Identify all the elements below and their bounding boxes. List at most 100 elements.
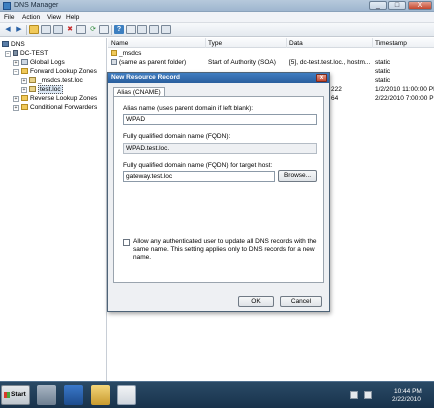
- zone-icon: [29, 86, 36, 92]
- system-tray: 10:44 PM 2/22/2010: [342, 386, 432, 404]
- row-timestamp: 1/2/2010 11:00:00 PM: [375, 86, 434, 93]
- menu-view[interactable]: View: [47, 14, 61, 21]
- tree-node-forward-lookup-zones[interactable]: − Forward Lookup Zones: [13, 68, 97, 76]
- cancel-button[interactable]: Cancel: [280, 296, 322, 307]
- window-title: DNS Manager: [14, 2, 59, 9]
- fqdn-label: Fully qualified domain name (FQDN):: [123, 133, 231, 140]
- expand-icon[interactable]: +: [13, 105, 19, 111]
- folder-icon: [21, 68, 28, 74]
- tree-node-conditional-forwarders[interactable]: + Conditional Forwarders: [13, 104, 97, 112]
- tree-node-label: Conditional Forwarders: [30, 104, 98, 111]
- windows-flag-icon: [4, 392, 10, 398]
- up-folder-icon[interactable]: [29, 25, 39, 34]
- show-hide-tree-icon[interactable]: [41, 25, 51, 34]
- export-list-icon[interactable]: [99, 25, 109, 34]
- menu-action[interactable]: Action: [22, 14, 40, 21]
- toolbar: ◀ ▶ ✖ ⟳ ?: [0, 23, 434, 37]
- target-host-input[interactable]: gateway.test.loc: [123, 171, 275, 182]
- toolbar-separator: [26, 25, 27, 35]
- maximize-button[interactable]: □: [388, 1, 406, 10]
- row-type: Start of Authority (SOA): [208, 59, 276, 66]
- new-record-icon[interactable]: [137, 25, 147, 34]
- menu-bar: File Action View Help: [0, 12, 434, 23]
- tree-node-test-loc-zone[interactable]: + test.loc: [21, 85, 63, 94]
- clock-date[interactable]: 2/22/2010: [392, 396, 421, 403]
- row-timestamp: 2/22/2010 7:00:00 PM: [375, 95, 434, 102]
- explorer-icon[interactable]: [91, 385, 110, 405]
- dialog-close-button[interactable]: x: [316, 74, 327, 82]
- collapse-icon[interactable]: −: [13, 69, 19, 75]
- tree-node-label: Reverse Lookup Zones: [30, 95, 98, 102]
- column-header-data[interactable]: Data: [289, 40, 303, 47]
- expand-icon[interactable]: +: [13, 96, 19, 102]
- allow-authenticated-update-label: Allow any authenticated user to update a…: [133, 238, 317, 261]
- tree-node-label: Forward Lookup Zones: [30, 68, 97, 75]
- action-icon[interactable]: [126, 25, 136, 34]
- toolbar-separator: [111, 25, 112, 35]
- delete-icon[interactable]: ✖: [65, 25, 75, 34]
- maximize-icon: □: [394, 2, 400, 9]
- console-tree: DNS − DC-TEST + Global Logs − Forward Looku…: [0, 38, 107, 381]
- list-item[interactable]: (same as parent folder): [111, 58, 186, 67]
- help-icon[interactable]: ?: [114, 25, 124, 34]
- dns-manager-taskbar-icon[interactable]: [117, 385, 136, 405]
- folder-icon: [21, 95, 28, 101]
- column-header-type[interactable]: Type: [208, 40, 222, 47]
- expand-icon[interactable]: +: [21, 78, 27, 84]
- row-timestamp: static: [375, 68, 391, 75]
- tree-node-label: test.loc: [38, 85, 63, 94]
- server-manager-icon[interactable]: [37, 385, 56, 405]
- new-resource-record-dialog: New Resource Record x Alias (CNAME) Alia…: [107, 72, 330, 312]
- network-icon[interactable]: [350, 391, 358, 399]
- ok-button[interactable]: OK: [238, 296, 274, 307]
- column-separator: [372, 38, 373, 48]
- row-data: 222: [331, 86, 342, 93]
- refresh-icon[interactable]: ⟳: [88, 25, 98, 34]
- powershell-icon[interactable]: [64, 385, 83, 405]
- tree-node-dc-test[interactable]: − DC-TEST: [5, 50, 48, 58]
- clock-time[interactable]: 10:44 PM: [394, 388, 422, 395]
- tree-node-label: DNS: [11, 41, 25, 48]
- column-header-timestamp[interactable]: Timestamp: [375, 40, 407, 47]
- start-button[interactable]: Start: [1, 385, 30, 405]
- close-icon: x: [319, 75, 324, 81]
- close-button[interactable]: X: [408, 1, 432, 10]
- alias-name-input[interactable]: WPAD: [123, 114, 317, 125]
- minimize-button[interactable]: _: [369, 1, 387, 10]
- tree-node-reverse-lookup-zones[interactable]: + Reverse Lookup Zones: [13, 95, 97, 103]
- tree-node-label: _msdcs.test.loc: [38, 77, 83, 84]
- new-alias-icon[interactable]: [161, 25, 171, 34]
- properties-icon[interactable]: [53, 25, 63, 34]
- fqdn-field: WPAD.test.loc.: [123, 143, 317, 154]
- menu-file[interactable]: File: [4, 14, 14, 21]
- allow-authenticated-update-checkbox[interactable]: [123, 239, 130, 246]
- menu-help[interactable]: Help: [66, 14, 79, 21]
- folder-icon: [21, 104, 28, 110]
- list-item[interactable]: _msdcs: [111, 49, 141, 58]
- record-icon: [111, 59, 117, 65]
- server-icon: [13, 50, 18, 56]
- dns-manager-app-icon: [3, 2, 11, 10]
- tree-node-global-logs[interactable]: + Global Logs: [13, 59, 65, 67]
- tree-node-dns[interactable]: DNS: [2, 41, 25, 49]
- row-name: _msdcs: [119, 50, 142, 57]
- back-icon[interactable]: ◀: [3, 25, 13, 34]
- list-header: Name Type Data Timestamp: [108, 38, 434, 48]
- expand-icon[interactable]: +: [21, 87, 27, 93]
- start-label: Start: [11, 391, 26, 398]
- tree-node-msdcs-zone[interactable]: + _msdcs.test.loc: [21, 77, 83, 85]
- browse-button[interactable]: Browse...: [278, 170, 317, 182]
- copy-icon[interactable]: [76, 25, 86, 34]
- window-titlebar: DNS Manager _ □ X: [0, 0, 434, 12]
- forward-icon[interactable]: ▶: [14, 25, 24, 34]
- volume-icon[interactable]: [364, 391, 372, 399]
- dialog-title: New Resource Record: [111, 74, 180, 81]
- column-header-name[interactable]: Name: [111, 40, 128, 47]
- row-name: (same as parent folder): [119, 59, 187, 66]
- close-icon: X: [417, 2, 423, 9]
- tab-panel: Alias name (uses parent domain if left b…: [113, 96, 324, 283]
- collapse-icon[interactable]: −: [5, 51, 11, 57]
- new-host-icon[interactable]: [149, 25, 159, 34]
- row-timestamp: static: [375, 77, 391, 84]
- expand-icon[interactable]: +: [13, 60, 19, 66]
